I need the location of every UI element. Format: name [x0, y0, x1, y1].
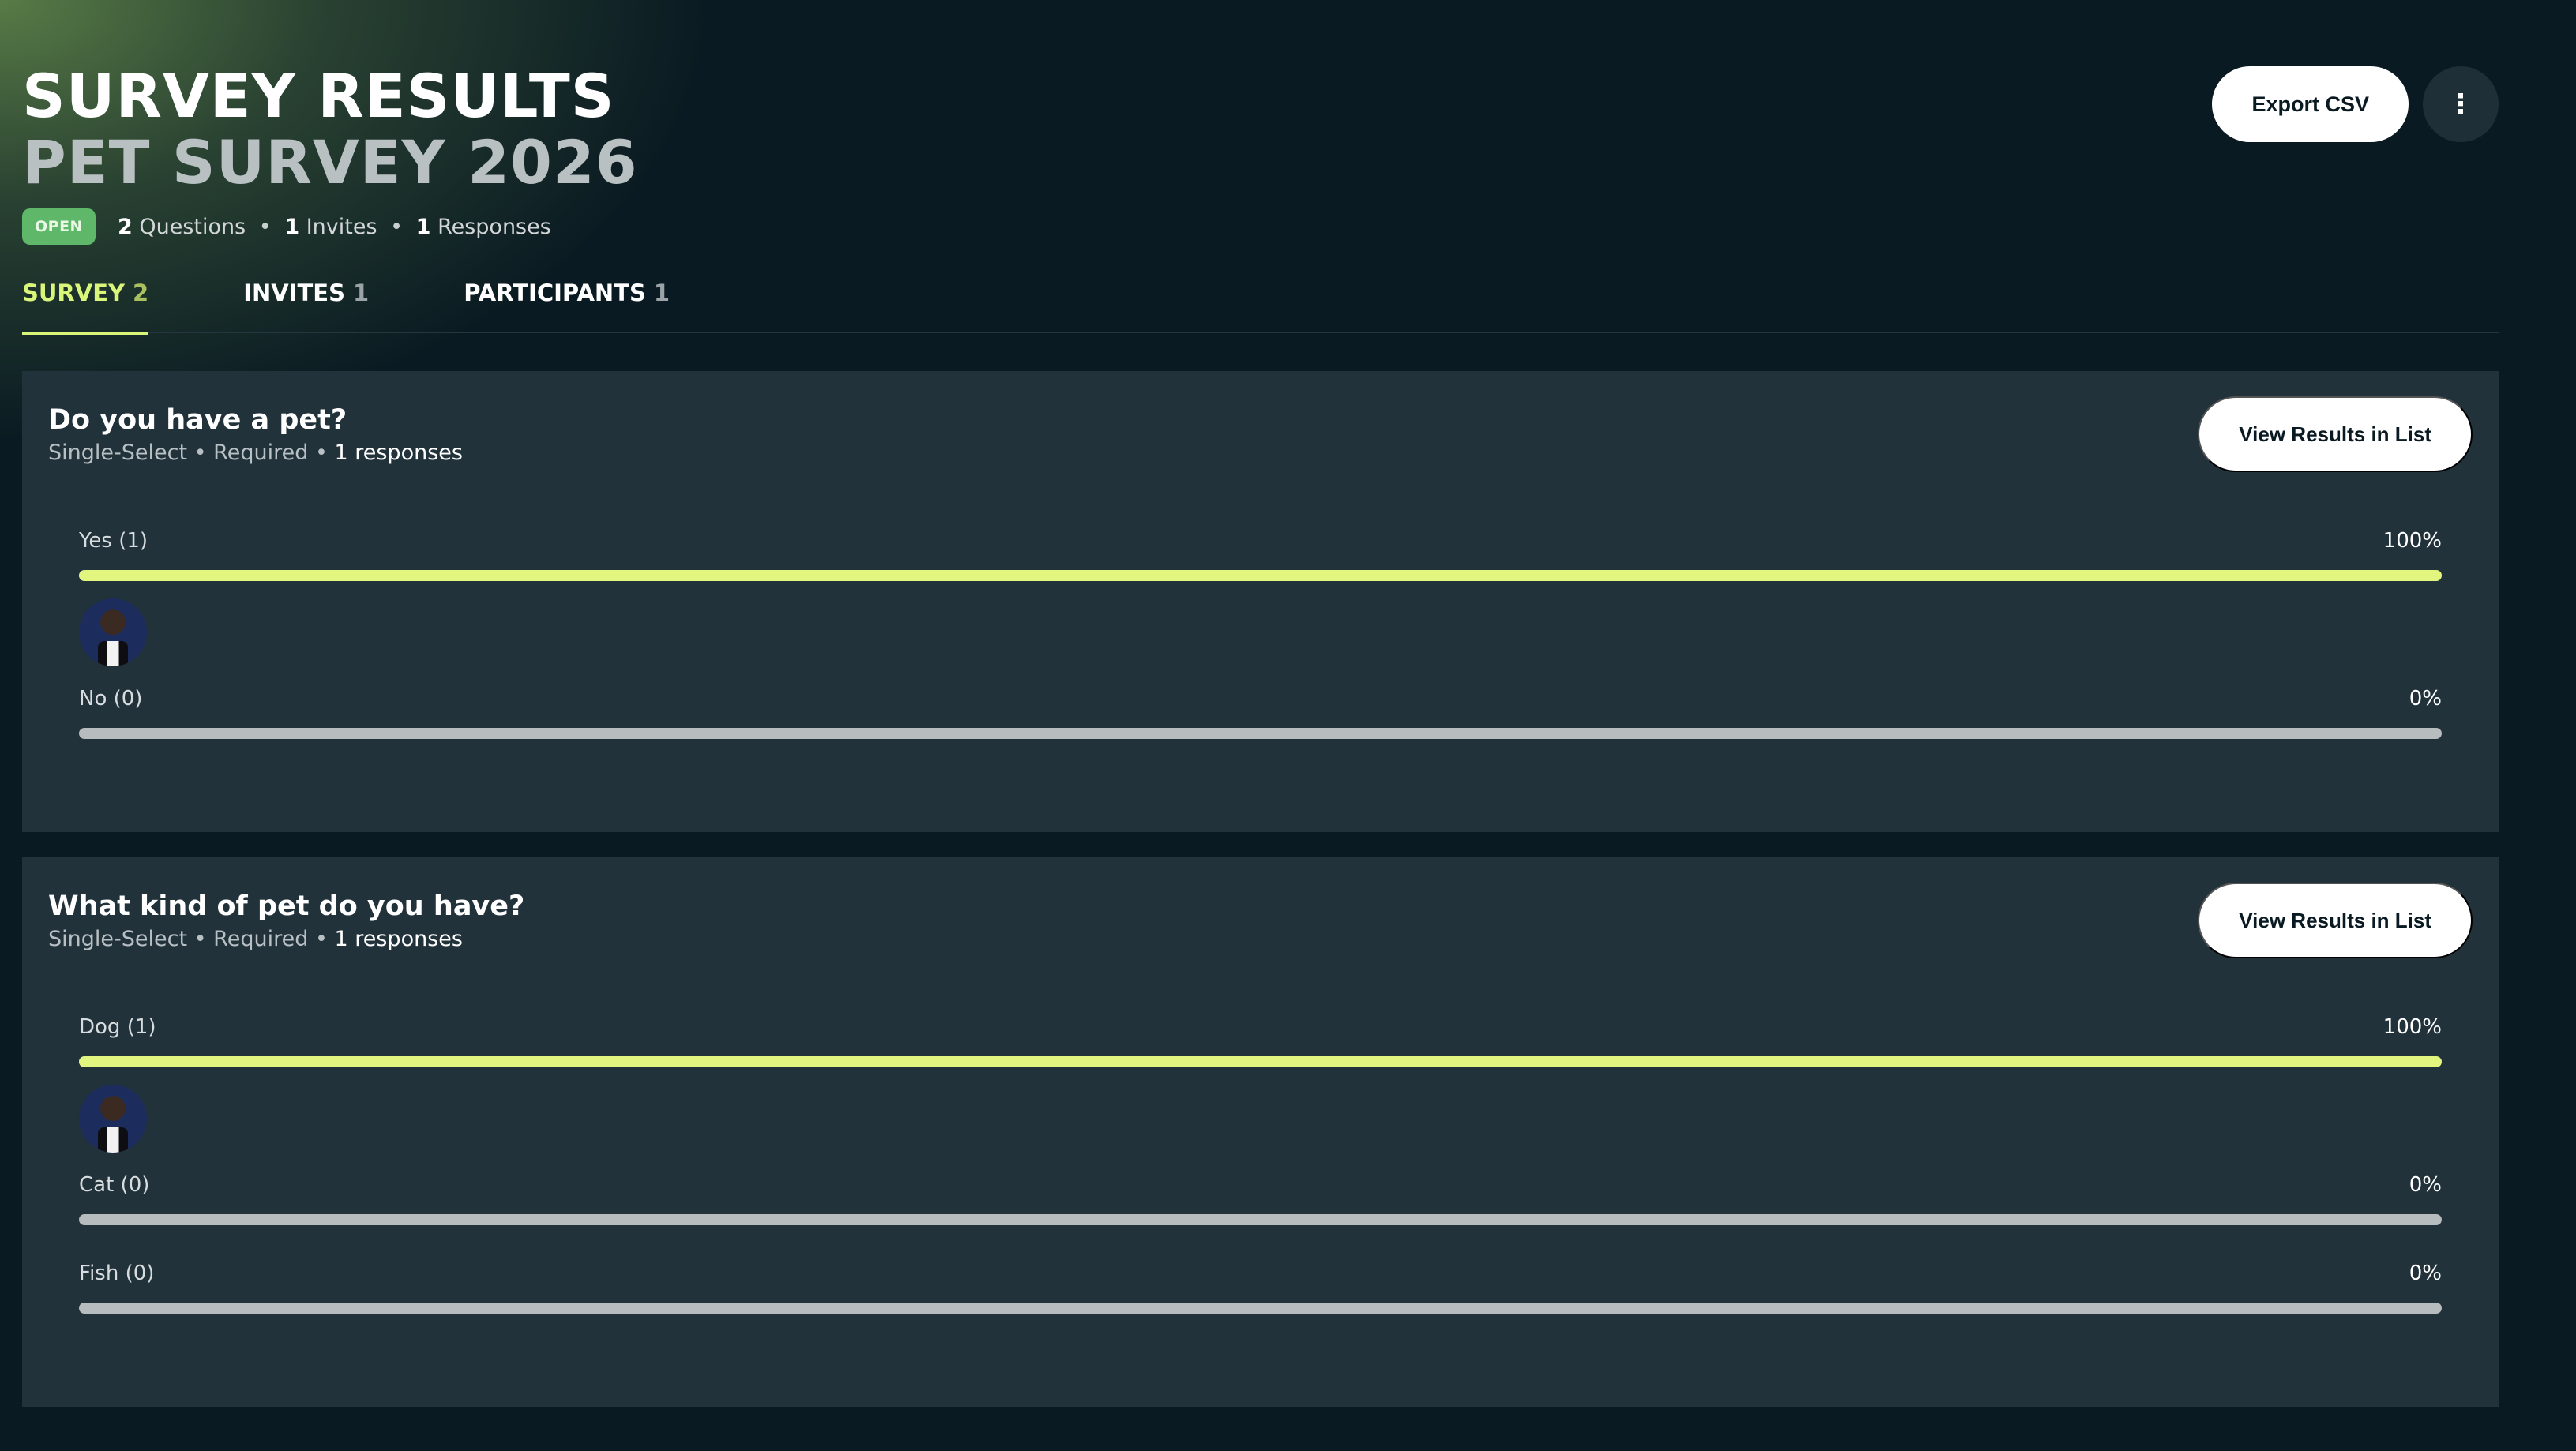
tab-bar: SURVEY 2 INVITES 1 PARTICIPANTS 1: [22, 268, 2499, 335]
stats-separator: •: [390, 214, 404, 239]
responses-label: Responses: [437, 214, 551, 239]
tab-label: INVITES: [243, 279, 345, 306]
option-progress-fill: [79, 570, 2442, 581]
invites-count: 1: [284, 214, 300, 239]
tab-count: 1: [353, 279, 370, 306]
view-results-list-button[interactable]: View Results in List: [2198, 883, 2473, 958]
meta-separator: •: [314, 441, 328, 465]
tab-label: SURVEY: [22, 279, 126, 306]
answer-option: Fish (0) 0%: [79, 1262, 2442, 1314]
option-percent: 100%: [2383, 1015, 2442, 1039]
question-title: Do you have a pet?: [48, 404, 347, 436]
survey-stats: 2 Questions • 1 Invites • 1 Responses: [118, 215, 551, 239]
answer-option: Dog (1) 100%: [79, 1015, 2442, 1153]
questions-count: 2: [117, 214, 133, 239]
more-vertical-icon: ⋮: [2447, 88, 2474, 120]
responses-count: 1: [415, 214, 431, 239]
response-count: 1: [334, 441, 348, 465]
questions-label: Questions: [139, 214, 246, 239]
survey-name: PET SURVEY 2026: [22, 127, 638, 197]
option-progress-bar: [79, 1056, 2442, 1067]
tab-count: 2: [133, 279, 149, 306]
question-meta: Single-Select • Required • 1 responses: [48, 927, 524, 951]
response-label: responses: [355, 927, 463, 951]
meta-separator: •: [193, 441, 207, 465]
response-count: 1: [334, 927, 348, 951]
tab-survey[interactable]: SURVEY 2: [22, 268, 149, 335]
view-results-list-button[interactable]: View Results in List: [2198, 396, 2473, 472]
option-progress-bar: [79, 1303, 2442, 1314]
answer-option: Cat (0) 0%: [79, 1173, 2442, 1225]
option-progress-bar: [79, 570, 2442, 581]
response-label: responses: [355, 441, 463, 465]
option-label: Dog (1): [79, 1015, 156, 1039]
tab-invites[interactable]: INVITES 1: [243, 268, 369, 333]
tab-count: 1: [653, 279, 670, 306]
question-card: Do you have a pet? Single-Select • Requi…: [22, 371, 2499, 832]
question-title: What kind of pet do you have?: [48, 890, 525, 922]
meta-separator: •: [193, 927, 207, 951]
respondent-avatar[interactable]: [79, 598, 147, 666]
header-actions: Export CSV ⋮: [2212, 66, 2499, 142]
export-csv-button[interactable]: Export CSV: [2212, 66, 2409, 142]
option-progress-bar: [79, 728, 2442, 739]
question-card: What kind of pet do you have? Single-Sel…: [22, 857, 2499, 1407]
option-label: Cat (0): [79, 1173, 150, 1197]
question-type: Single-Select: [48, 441, 188, 465]
respondent-avatar[interactable]: [79, 1085, 147, 1153]
question-header: Do you have a pet? Single-Select • Requi…: [48, 403, 463, 465]
invites-label: Invites: [306, 214, 377, 239]
option-progress-bar: [79, 1214, 2442, 1225]
option-label: Yes (1): [79, 529, 148, 553]
option-percent: 0%: [2409, 1173, 2442, 1197]
question-meta: Single-Select • Required • 1 responses: [48, 441, 463, 465]
page-title: SURVEY RESULTS: [22, 61, 615, 131]
survey-results-page: SURVEY RESULTS PET SURVEY 2026 OPEN 2 Qu…: [0, 0, 2576, 1451]
option-progress-fill: [79, 1056, 2442, 1067]
page-header: SURVEY RESULTS PET SURVEY 2026 OPEN 2 Qu…: [22, 63, 638, 245]
question-required: Required: [213, 927, 309, 951]
status-badge: OPEN: [22, 208, 96, 245]
option-percent: 100%: [2383, 529, 2442, 553]
stats-separator: •: [258, 214, 272, 239]
meta-separator: •: [314, 927, 328, 951]
tab-label: PARTICIPANTS: [464, 279, 646, 306]
tab-participants[interactable]: PARTICIPANTS 1: [464, 268, 670, 333]
answer-option: Yes (1) 100%: [79, 529, 2442, 666]
option-percent: 0%: [2409, 687, 2442, 711]
question-header: What kind of pet do you have? Single-Sel…: [48, 889, 524, 951]
answer-option: No (0) 0%: [79, 687, 2442, 739]
question-required: Required: [213, 441, 309, 465]
option-label: Fish (0): [79, 1262, 155, 1285]
survey-meta: OPEN 2 Questions • 1 Invites • 1 Respons…: [22, 208, 638, 245]
option-percent: 0%: [2409, 1262, 2442, 1285]
more-options-button[interactable]: ⋮: [2423, 66, 2499, 142]
question-type: Single-Select: [48, 927, 188, 951]
option-label: No (0): [79, 687, 143, 711]
